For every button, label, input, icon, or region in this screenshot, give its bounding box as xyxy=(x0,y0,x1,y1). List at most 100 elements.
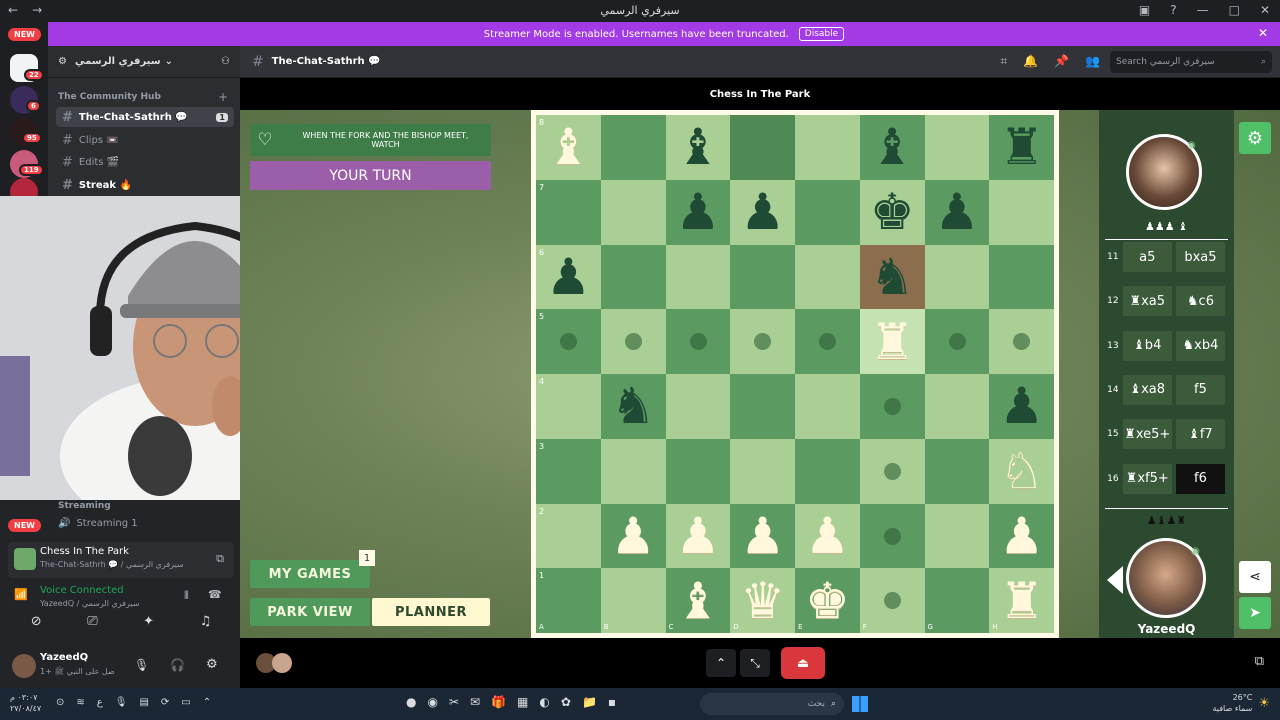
minimize-icon[interactable]: — xyxy=(1197,3,1209,17)
disconnect-icon[interactable]: ☎ xyxy=(208,588,222,601)
board-square-e6[interactable] xyxy=(795,244,860,310)
board-square-a8[interactable]: 8 ♝ xyxy=(536,115,601,180)
white-piece-icon[interactable]: ♘ xyxy=(989,439,1054,504)
planner-button[interactable]: PLANNER xyxy=(372,598,490,626)
avatar[interactable] xyxy=(12,654,36,678)
board-square-a2[interactable]: 2 xyxy=(536,503,601,569)
discord-icon[interactable]: ◉ xyxy=(427,695,437,709)
white-piece-icon[interactable]: ♛ xyxy=(730,568,795,633)
add-channel-icon[interactable]: + xyxy=(218,90,228,104)
board-square-f5[interactable]: ♜ xyxy=(859,309,925,374)
store-icon[interactable]: ▦ xyxy=(517,695,528,709)
weather-widget[interactable]: 26°C سماء صافية ☀ xyxy=(1213,692,1270,714)
popout-icon[interactable]: ⧉ xyxy=(1255,654,1264,669)
voice-channel-item[interactable]: 🔊 Streaming 1 xyxy=(58,518,138,529)
board-square-e5[interactable] xyxy=(795,309,860,374)
bell-icon[interactable]: 🔔 xyxy=(1023,54,1038,69)
board-square-c3[interactable] xyxy=(665,438,731,504)
white-piece-icon[interactable]: ♚ xyxy=(795,568,860,633)
close-banner-icon[interactable]: ✕ xyxy=(1258,26,1268,40)
soundboard-icon[interactable]: ♫ xyxy=(200,614,212,638)
tray-icon[interactable]: ▭ xyxy=(181,697,190,708)
move-hint-dot[interactable] xyxy=(883,462,901,480)
black-move[interactable]: f6 xyxy=(1175,463,1226,494)
leave-activity-button[interactable]: ⏏ xyxy=(781,647,825,679)
capcut-icon[interactable]: ✂ xyxy=(449,695,459,709)
server-header[interactable]: ⚙ سيرفري الرسمي ⌄ ⚇ xyxy=(48,46,240,78)
board-square-e2[interactable]: ♟ xyxy=(795,503,860,569)
help-icon[interactable]: ? xyxy=(1170,3,1176,17)
move-hint-dot[interactable] xyxy=(1013,333,1031,351)
language-icon[interactable]: ع xyxy=(97,697,103,708)
channel-item[interactable]: # Streak 🔥 xyxy=(56,175,234,195)
edge-icon[interactable]: ◐ xyxy=(539,695,549,709)
board-square-h3[interactable]: ♘ xyxy=(989,438,1054,504)
white-piece-icon[interactable]: ♝ xyxy=(536,115,601,180)
mic-tray-icon[interactable]: 🎙 xyxy=(115,697,128,708)
add-friend-icon[interactable]: ⚇ xyxy=(221,56,230,67)
board-square-h5[interactable] xyxy=(989,309,1054,374)
microphone-icon[interactable]: 🎙 xyxy=(134,658,149,672)
board-square-e3[interactable] xyxy=(795,438,860,504)
move-hint-dot[interactable] xyxy=(754,333,772,351)
white-move[interactable]: ♜xe5+ xyxy=(1122,419,1172,450)
white-piece-icon[interactable]: ♟ xyxy=(601,504,666,569)
white-move[interactable]: ♜xf5+ xyxy=(1122,463,1172,494)
black-move[interactable]: ♝f7 xyxy=(1175,419,1226,450)
board-square-d1[interactable]: D ♛ xyxy=(730,568,795,633)
black-piece-icon[interactable]: ♜ xyxy=(989,115,1054,180)
white-piece-icon[interactable]: ♜ xyxy=(989,568,1054,633)
black-piece-icon[interactable]: ♚ xyxy=(860,180,925,245)
popout-icon[interactable]: ⧉ xyxy=(216,552,224,566)
board-square-g2[interactable] xyxy=(924,503,990,569)
board-square-f7[interactable]: ♚ xyxy=(859,179,925,245)
voice-status[interactable]: Voice Connected xyxy=(40,585,124,596)
board-square-d5[interactable] xyxy=(730,309,795,374)
show-hidden-icons[interactable]: ⌃ xyxy=(203,697,211,708)
windows-start-icon[interactable] xyxy=(852,696,868,712)
board-square-g8[interactable] xyxy=(924,115,990,180)
board-square-e4[interactable] xyxy=(795,374,860,439)
black-move[interactable]: ♞xb4 xyxy=(1175,330,1226,361)
app-icon[interactable]: ▪ xyxy=(608,695,616,709)
board-square-d2[interactable]: ♟ xyxy=(730,503,795,569)
threads-icon[interactable]: ⌗ xyxy=(1000,54,1007,69)
participant-avatars[interactable] xyxy=(256,653,292,673)
board-square-f2[interactable] xyxy=(859,503,925,569)
folder-icon[interactable]: 📁 xyxy=(582,695,597,709)
black-piece-icon[interactable]: ♞ xyxy=(601,374,666,439)
move-hint-dot[interactable] xyxy=(689,333,707,351)
black-piece-icon[interactable]: ♝ xyxy=(666,115,731,180)
board-square-e7[interactable] xyxy=(795,179,860,245)
close-window-icon[interactable]: ✕ xyxy=(1260,3,1270,17)
white-piece-icon[interactable]: ♟ xyxy=(666,504,731,569)
board-square-h2[interactable]: ♟ xyxy=(989,503,1054,569)
board-square-a6[interactable]: 6 ♟ xyxy=(536,244,601,310)
copilot-icon[interactable]: ✿ xyxy=(561,695,571,709)
disable-button[interactable]: Disable xyxy=(798,27,845,41)
move-hint-dot[interactable] xyxy=(883,527,901,545)
category-label[interactable]: The Community Hub xyxy=(58,92,161,102)
chevron-up-icon[interactable]: ⌃ xyxy=(706,649,736,677)
send-button[interactable]: ➤ xyxy=(1239,597,1271,629)
board-square-c2[interactable]: ♟ xyxy=(665,503,731,569)
board-square-e8[interactable] xyxy=(795,115,860,180)
inbox-icon[interactable]: ▣ xyxy=(1139,3,1150,17)
black-piece-icon[interactable]: ♟ xyxy=(666,180,731,245)
board-square-d4[interactable] xyxy=(730,374,795,439)
outlook-icon[interactable]: ✉ xyxy=(470,695,480,709)
app-icon[interactable]: ● xyxy=(406,695,416,709)
white-move[interactable]: ♝b4 xyxy=(1122,330,1172,361)
black-piece-icon[interactable]: ♟ xyxy=(536,245,601,310)
notification-icon[interactable]: ⊙ xyxy=(56,697,64,708)
my-games-button[interactable]: MY GAMES xyxy=(250,560,370,588)
chess-board[interactable]: 8 ♝ ♝ ♝ ♜ 7 ♟ ♟ ♚ ♟ 6 ♟ ♞ 5 ♜ 4 ♞ ♟ 3 ♘ 2 ♟ ♟ ♟ ♟ ♟ 1 A B C ♝ D ♛ E ♚ F G H ♜ xyxy=(531,110,1059,638)
board-square-g1[interactable]: G xyxy=(924,568,990,633)
move-hint-dot[interactable] xyxy=(948,333,966,351)
board-square-d7[interactable]: ♟ xyxy=(730,179,795,245)
pin-icon[interactable]: 📌 xyxy=(1054,54,1069,69)
headphones-icon[interactable]: 🎧 xyxy=(170,658,185,672)
board-square-c1[interactable]: C ♝ xyxy=(665,568,731,633)
activity-card[interactable]: Chess In The Park The-Chat-Sathrh 💬 / سي… xyxy=(8,542,234,578)
board-square-d6[interactable] xyxy=(730,244,795,310)
